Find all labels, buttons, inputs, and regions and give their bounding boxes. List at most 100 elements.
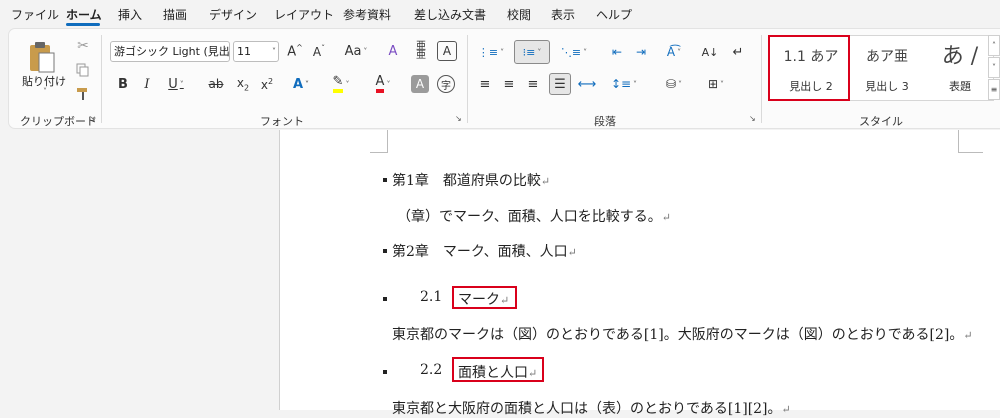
justify-button[interactable]: ☰ [549, 73, 571, 95]
highlight-color-button[interactable]: ✎ ˅ [325, 73, 357, 95]
heading-bullet [383, 178, 387, 182]
phonetic-guide-icon: 亜亜 [416, 41, 426, 61]
asian-layout-button[interactable]: A͡ ˅ [657, 41, 691, 63]
bold-button[interactable]: B [113, 73, 133, 95]
menu-mailings[interactable]: 差し込み文書 [414, 6, 486, 23]
menu-draw[interactable]: 描画 [163, 6, 187, 23]
section-2-2-body[interactable]: 東京都と大阪府の面積と人口は（表）のとおりである[1][2]。↵ [392, 398, 791, 418]
separator [467, 35, 468, 123]
chevron-down-icon: ˅ [633, 79, 638, 89]
show-formatting-marks-button[interactable]: ↵ [727, 41, 749, 63]
multilevel-list-icon: ⋱≡ [560, 45, 582, 59]
menu-design[interactable]: デザイン [209, 6, 257, 23]
bullets-button[interactable]: ⋮≡ ˅ [475, 41, 507, 63]
paste-dropdown-icon[interactable]: ˅ [43, 87, 47, 96]
section-2-1-number: 2.1 [420, 289, 443, 305]
style-title[interactable]: あ / 表題 [925, 36, 995, 100]
line-spacing-button[interactable]: ↕≡ ˅ [607, 73, 641, 95]
font-name-combo[interactable]: 游ゴシック Light (見出 ˅ [110, 41, 230, 62]
styles-more-button[interactable]: ≡ [988, 79, 1000, 100]
decrease-indent-icon: ⇤ [611, 45, 623, 59]
menu-references[interactable]: 参考資料 [343, 6, 391, 23]
multilevel-list-button[interactable]: ⋱≡ ˅ [557, 41, 591, 63]
chevron-down-icon: ˅ [272, 47, 276, 56]
align-center-button[interactable]: ≡ [499, 73, 519, 95]
styles-scroll-down-button[interactable]: ˅ [988, 57, 1000, 78]
chapter-1-body[interactable]: （章）でマーク、面積、人口を比較する。↵ [397, 206, 671, 226]
decrease-indent-button[interactable]: ⇤ [607, 41, 627, 63]
character-shading-button[interactable]: A [411, 75, 429, 93]
paragraph-mark: ↵ [963, 329, 973, 342]
document-page[interactable] [279, 130, 1000, 410]
increase-indent-button[interactable]: ⇥ [631, 41, 651, 63]
numbering-button[interactable]: ⁝≡ ˅ [514, 40, 550, 64]
italic-button[interactable]: I [137, 73, 157, 95]
strikethrough-button[interactable]: ab [205, 73, 227, 95]
font-size-combo[interactable]: 11 ˅ [233, 41, 279, 62]
text-effects-button[interactable]: A ˅ [285, 73, 317, 95]
active-tab-indicator [66, 23, 100, 26]
menu-bar: ファイル ホーム 挿入 描画 デザイン レイアウト 参考資料 差し込み文書 校閲… [0, 0, 1000, 27]
paragraph-mark-icon: ↵ [732, 44, 744, 60]
shading-button[interactable]: ⛁ ˅ [657, 73, 691, 95]
chapter-1-heading[interactable]: 第1章 都道府県の比較↵ [392, 170, 550, 190]
distributed-button[interactable]: ⟷ [577, 73, 597, 95]
section-2-1-body-text: 東京都のマークは（図）のとおりである[1]。大阪府のマークは（図）のとおりである… [392, 327, 964, 343]
chevron-down-icon: ˅ [386, 79, 391, 89]
menu-review[interactable]: 校閲 [507, 6, 531, 23]
phonetic-guide-button[interactable]: 亜亜 [411, 41, 431, 61]
change-case-label: Aa [344, 43, 362, 59]
shrink-font-button[interactable]: Aˇ [309, 41, 329, 61]
sort-icon: A↓ [701, 45, 719, 59]
enclosed-character-icon: 字 [441, 80, 451, 92]
enclose-characters-button[interactable]: A [437, 41, 457, 61]
chevron-down-icon: ˅ [992, 63, 996, 72]
borders-button[interactable]: ⊞ ˅ [699, 73, 733, 95]
menu-home[interactable]: ホーム [66, 6, 102, 23]
font-color-button[interactable]: A ˅ [367, 73, 399, 95]
enclosed-character-button[interactable]: 字 [437, 75, 455, 93]
cut-button[interactable]: ✂ [73, 37, 93, 55]
chevron-down-icon: ˅ [678, 79, 683, 89]
chapter-2-heading[interactable]: 第2章 マーク、面積、人口↵ [392, 241, 577, 261]
chevron-down-icon: ˅ [720, 79, 725, 89]
page-corner-mark [370, 130, 388, 153]
strikethrough-icon: ab [208, 77, 224, 91]
chevron-up-icon: ˄ [992, 41, 996, 50]
separator [761, 35, 762, 123]
menu-file[interactable]: ファイル [11, 6, 59, 23]
page-corner-mark [958, 130, 983, 153]
align-left-button[interactable]: ≡ [475, 73, 495, 95]
align-left-icon: ≡ [479, 76, 491, 92]
grow-font-button[interactable]: A^ [285, 41, 305, 61]
copy-icon [76, 63, 89, 77]
chapter-1-heading-text: 第1章 都道府県の比較 [392, 173, 541, 189]
underline-button[interactable]: U ˅ [161, 73, 191, 95]
chevron-down-icon: ˅ [500, 47, 505, 57]
superscript-button[interactable]: x2 [257, 73, 277, 95]
format-painter-button[interactable] [73, 85, 93, 103]
chevron-down-icon: ˅ [179, 79, 184, 89]
text-effects-icon: A [292, 76, 304, 92]
copy-button[interactable] [73, 61, 93, 79]
font-launcher-icon[interactable]: ↘ [455, 115, 464, 124]
section-2-1-body[interactable]: 東京都のマークは（図）のとおりである[1]。大阪府のマークは（図）のとおりである… [392, 324, 973, 344]
paragraph-mark: ↵ [661, 211, 671, 224]
menu-help[interactable]: ヘルプ [596, 6, 632, 23]
font-group-label: フォント [260, 115, 304, 128]
menu-layout[interactable]: レイアウト [274, 6, 334, 23]
sort-button[interactable]: A↓ [699, 41, 721, 63]
paragraph-launcher-icon[interactable]: ↘ [749, 115, 758, 124]
clipboard-launcher-icon[interactable]: ↘ [89, 115, 98, 124]
subscript-button[interactable]: x2 [233, 73, 253, 95]
menu-view[interactable]: 表示 [551, 6, 575, 23]
styles-scroll-up-button[interactable]: ˄ [988, 35, 1000, 56]
align-right-button[interactable]: ≡ [523, 73, 543, 95]
clear-formatting-button[interactable]: A [383, 41, 403, 61]
heading-bullet [383, 249, 387, 253]
style-heading-3[interactable]: あア亜 見出し 3 [851, 36, 923, 100]
menu-insert[interactable]: 挿入 [118, 6, 142, 23]
separator [101, 35, 102, 123]
chapter-2-heading-text: 第2章 マーク、面積、人口 [392, 244, 568, 260]
change-case-button[interactable]: Aa ˅ [339, 41, 373, 61]
